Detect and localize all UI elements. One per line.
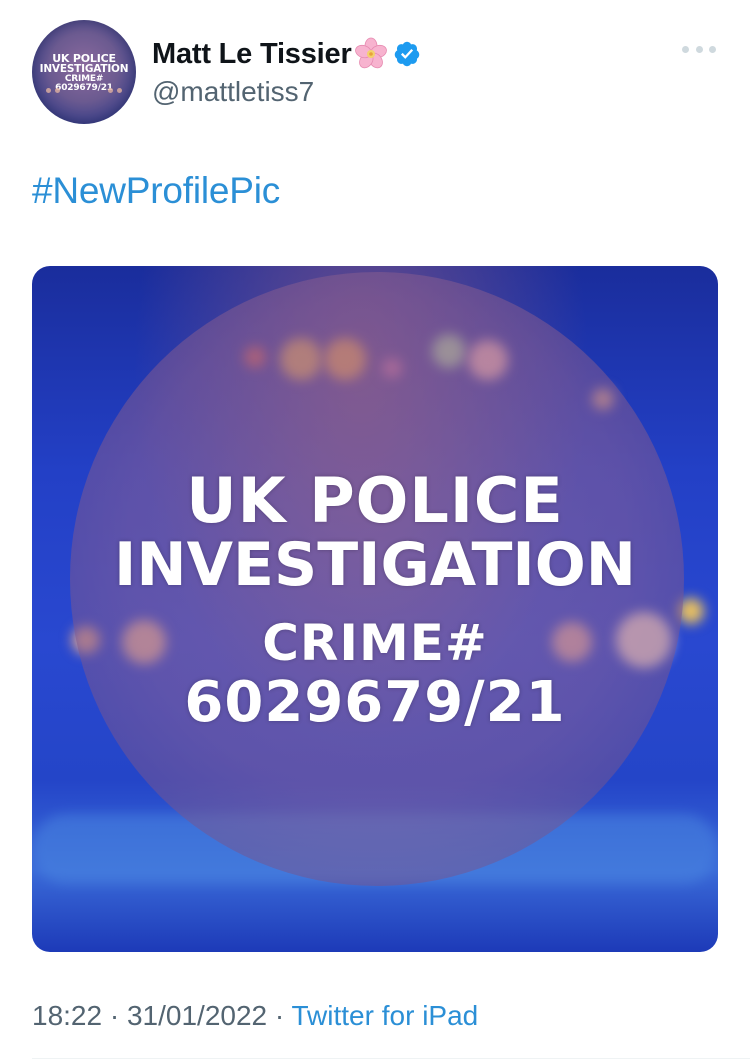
avatar-light-dots-left [46,88,60,93]
tweet-date[interactable]: 31/01/2022 [127,1000,267,1031]
tweet-detail: UK POLICE INVESTIGATION CRIME# 6029679/2… [0,0,750,1062]
more-options-icon[interactable] [682,44,716,54]
meta-separator: · [109,1000,120,1031]
avatar-text-line: 6029679/21 [55,82,113,93]
meta-separator: · [274,1000,285,1031]
cherry-blossom-icon [353,36,389,72]
user-handle[interactable]: @mattletiss7 [152,76,314,108]
user-name-row[interactable]: Matt Le Tissier [152,34,421,74]
avatar[interactable]: UK POLICE INVESTIGATION CRIME# 6029679/2… [32,20,136,124]
image-text-line: INVESTIGATION [114,530,636,600]
image-text-line: CRIME# [262,614,488,672]
tweet-time[interactable]: 18:22 [32,1000,102,1031]
tweet-source-link[interactable]: Twitter for iPad [292,1000,479,1031]
tweet-meta: 18:22 · 31/01/2022 · Twitter for iPad [32,1000,478,1032]
tweet-hashtag-link[interactable]: #NewProfilePic [32,170,280,212]
verified-badge-icon [393,40,421,68]
divider [32,1058,750,1059]
display-name[interactable]: Matt Le Tissier [152,38,352,71]
image-text-line: 6029679/21 [184,670,566,735]
image-text-line: UK POLICE [186,464,564,537]
avatar-light-dots-right [108,88,122,93]
tweet-image[interactable]: UK POLICE INVESTIGATION CRIME# 6029679/2… [32,266,718,952]
